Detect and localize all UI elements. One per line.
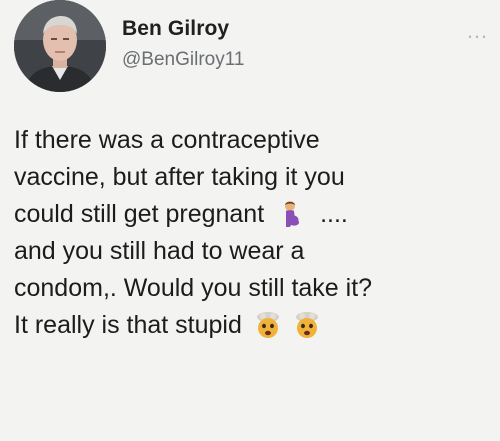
tweet-line: and you still had to wear a [14,237,305,265]
exploding-head-emoji-icon [294,311,320,339]
tweet-line: It really is that stupid [14,307,494,344]
tweet-line-text: It really is that stupid [14,311,242,339]
tweet-line: condom,. Would you still take it? [14,274,373,302]
avatar-photo-icon [14,0,106,92]
pregnant-woman-emoji-icon [277,200,303,228]
exploding-head-emoji-icon [255,311,281,339]
more-options-icon[interactable]: … [466,18,488,44]
tweet-line: could still get pregnant .... [14,196,494,233]
tweet-line: If there was a contraceptive [14,126,320,154]
tweet-text: If there was a contraceptive vaccine, bu… [14,122,494,344]
tweet-line: vaccine, but after taking it you [14,163,345,191]
author-name[interactable]: Ben Gilroy [122,17,229,41]
ellipsis-text: .... [320,200,348,228]
tweet-card: Ben Gilroy @BenGilroy11 … If there was a… [0,0,500,441]
tweet-line-text: could still get pregnant [14,200,265,228]
author-handle[interactable]: @BenGilroy11 [122,49,244,71]
avatar[interactable] [14,0,106,92]
